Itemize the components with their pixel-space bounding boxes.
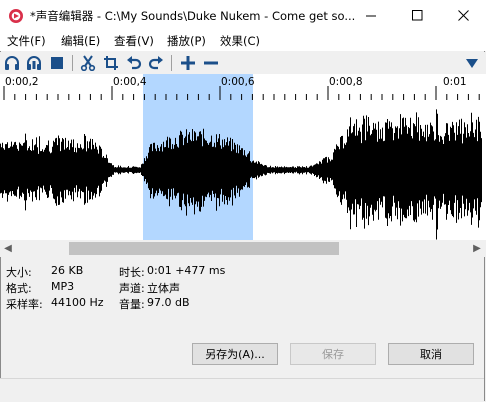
stop-icon[interactable]: [48, 54, 66, 72]
save-as-button[interactable]: 另存为(A)...: [192, 343, 278, 365]
waveform-area[interactable]: [0, 100, 486, 240]
menu-play[interactable]: 播放(P): [167, 33, 206, 49]
size-label: 大小:: [6, 266, 32, 279]
menu-view[interactable]: 查看(V): [114, 33, 154, 49]
volume-label: 音量:: [119, 298, 145, 311]
headphones-selection-icon[interactable]: [25, 54, 43, 72]
sample-rate-label: 采样率:: [6, 298, 43, 311]
sample-rate-value: 44100 Hz: [51, 296, 104, 309]
save-button[interactable]: 保存: [290, 343, 376, 365]
duration-label: 时长:: [119, 266, 145, 279]
zoom-in-icon[interactable]: [179, 54, 197, 72]
format-value: MP3: [51, 280, 75, 293]
cancel-button[interactable]: 取消: [388, 343, 474, 365]
undo-icon[interactable]: [125, 54, 143, 72]
title-bar[interactable]: *声音编辑器 - C:\My Sounds\Duke Nukem - Come …: [0, 0, 486, 31]
scroll-thumb[interactable]: [69, 242, 339, 255]
ruler-label: 0:00,2: [5, 76, 39, 88]
minimize-button[interactable]: [348, 0, 394, 31]
duration-value: 0:01 +477 ms: [147, 264, 226, 277]
menu-effects[interactable]: 效果(C): [220, 33, 260, 49]
toolbar-separator: [171, 55, 172, 71]
ruler-label: 0:01: [443, 76, 467, 88]
ruler-label: 0:00,8: [329, 76, 363, 88]
menu-edit[interactable]: 编辑(E): [61, 33, 100, 49]
toolbar-separator: [72, 55, 73, 71]
ruler-label: 0:00,6: [221, 76, 255, 88]
redo-icon[interactable]: [147, 54, 165, 72]
scroll-left-icon[interactable]: ◀: [2, 242, 14, 255]
waveform-canvas[interactable]: [0, 100, 486, 240]
scroll-right-icon[interactable]: ▶: [471, 242, 483, 255]
dropdown-icon[interactable]: [463, 54, 481, 72]
horizontal-scrollbar[interactable]: ◀ ▶: [0, 240, 486, 257]
status-bar: [0, 378, 484, 401]
maximize-button[interactable]: [394, 0, 440, 31]
menu-file[interactable]: 文件(F): [7, 33, 46, 49]
channels-value: 立体声: [147, 282, 180, 295]
size-value: 26 KB: [51, 264, 84, 277]
cut-icon[interactable]: [79, 54, 97, 72]
time-ruler[interactable]: 0:00,2 0:00,4 0:00,6 0:00,8 0:01: [0, 74, 486, 100]
volume-value: 97.0 dB: [147, 296, 190, 309]
channels-label: 声道:: [119, 282, 145, 295]
format-label: 格式:: [6, 282, 32, 295]
sound-editor-app-icon: [8, 8, 24, 24]
headphones-icon[interactable]: [3, 54, 21, 72]
window-title: *声音编辑器 - C:\My Sounds\Duke Nukem - Come …: [30, 9, 356, 23]
toolbar: [0, 52, 486, 74]
zoom-out-icon[interactable]: [202, 54, 220, 72]
menu-bar: 文件(F) 编辑(E) 查看(V) 播放(P) 效果(C): [0, 31, 486, 51]
close-button[interactable]: [440, 0, 486, 31]
ruler-label: 0:00,4: [113, 76, 147, 88]
crop-icon[interactable]: [102, 54, 120, 72]
